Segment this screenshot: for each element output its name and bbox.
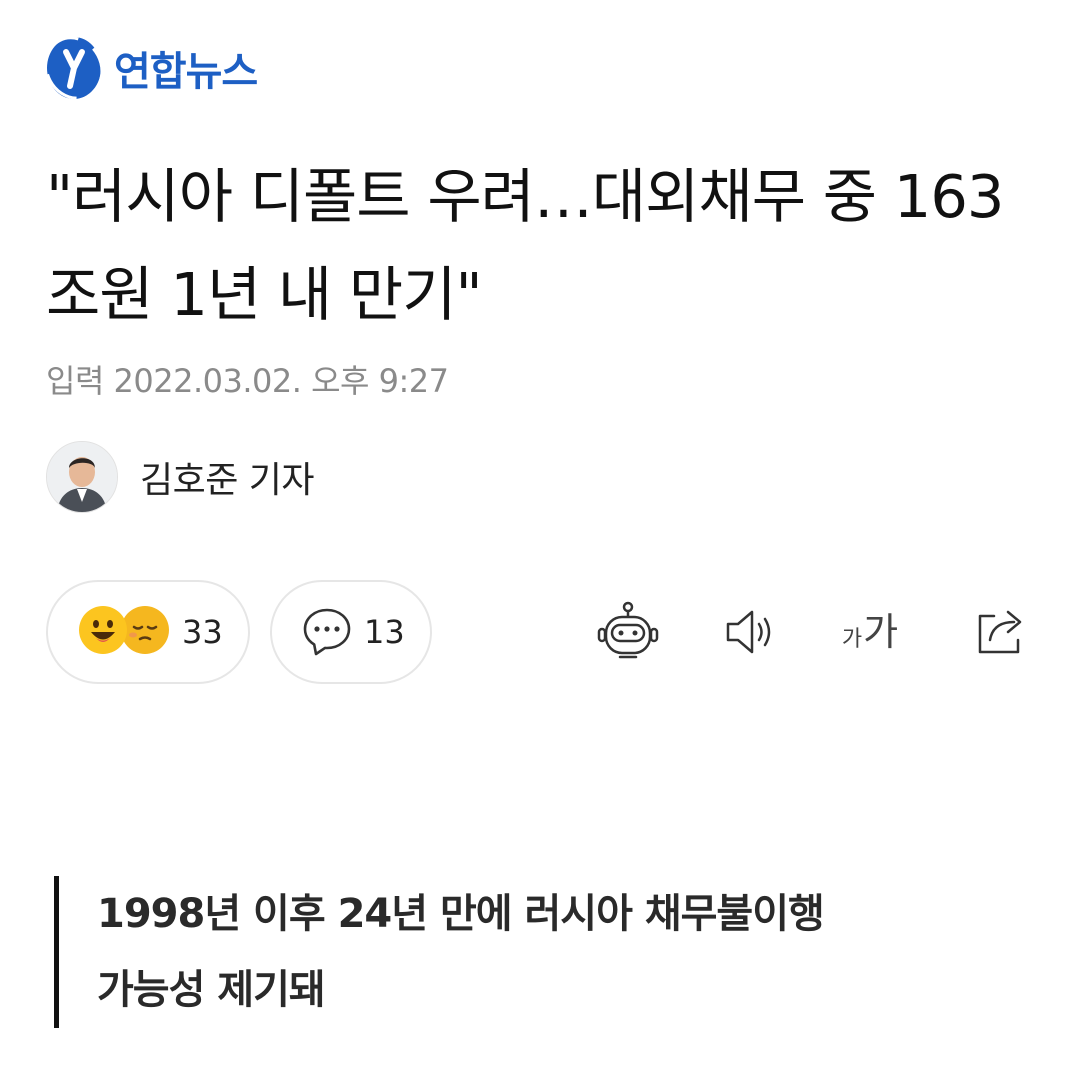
- reactions-count: 33: [182, 613, 223, 651]
- font-size-small-glyph: 가: [841, 627, 863, 652]
- reporter-info[interactable]: 김호준 기자: [46, 440, 315, 514]
- publisher-logo[interactable]: 연합뉴스: [44, 34, 258, 102]
- smiley-icon: [79, 606, 127, 654]
- speaker-icon: [726, 610, 771, 654]
- summary-button[interactable]: [592, 596, 664, 668]
- subtitle-line-2: 가능성 제기돼: [97, 967, 326, 1013]
- article-date: 입력 2022.03.02. 오후 9:27: [46, 362, 449, 400]
- reporter-avatar[interactable]: [46, 441, 118, 513]
- yonhap-logo-icon: [44, 36, 104, 100]
- reporter-name[interactable]: 김호준 기자: [140, 451, 315, 503]
- comments-button[interactable]: 13: [270, 580, 432, 684]
- subtitle-line-1: 1998년 이후 24년 만에 러시아 채무불이행: [97, 891, 825, 937]
- reaction-emojis: [78, 605, 174, 659]
- article-headline: "러시아 디폴트 우려…대외채무 중 163조원 1년 내 만기": [46, 162, 1004, 329]
- article-subtitle: 1998년 이후 24년 만에 러시아 채무불이행 가능성 제기돼: [54, 876, 1014, 1028]
- share-button[interactable]: [964, 596, 1036, 668]
- font-size-big-glyph: 가: [863, 610, 899, 654]
- font-size-button[interactable]: 가 가: [834, 596, 906, 668]
- logo-text: 연합뉴스: [114, 49, 258, 95]
- font-size-icon: 가 가: [842, 613, 898, 651]
- listen-button[interactable]: [714, 596, 786, 668]
- reactions-button[interactable]: 33: [46, 580, 250, 684]
- comment-icon: [303, 608, 351, 656]
- reporter-photo-icon: [47, 442, 117, 512]
- robot-summary-icon: [597, 601, 659, 659]
- share-icon: [978, 610, 1022, 654]
- comments-count: 13: [364, 613, 405, 651]
